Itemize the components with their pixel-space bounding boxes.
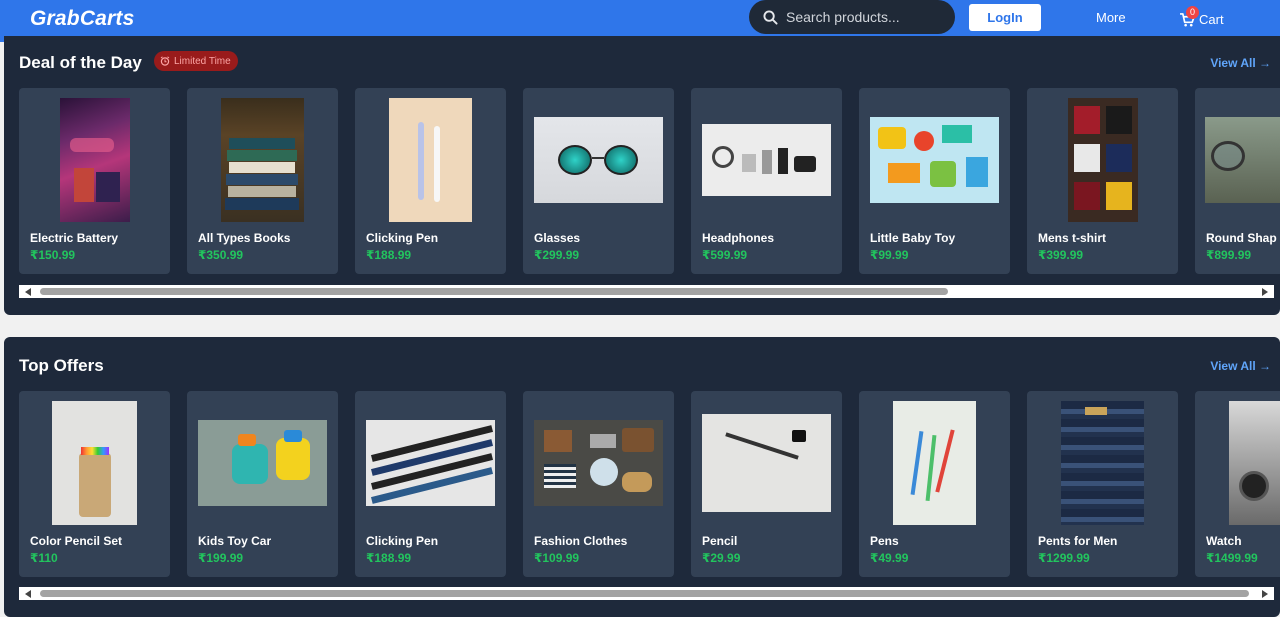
alarm-clock-icon xyxy=(160,56,170,66)
view-all-link[interactable]: View All → xyxy=(1210,359,1271,373)
cart-count-badge: 0 xyxy=(1186,6,1199,19)
cart-label: Cart xyxy=(1199,12,1224,27)
product-card[interactable]: All Types Books ₹350.99 xyxy=(187,88,338,274)
product-card[interactable]: Pens ₹49.99 xyxy=(859,391,1010,577)
product-price: ₹188.99 xyxy=(366,248,412,262)
product-name: Little Baby Toy xyxy=(870,231,956,245)
cart-button[interactable]: 0 Cart xyxy=(1180,6,1224,27)
product-price: ₹49.99 xyxy=(870,551,909,565)
product-image xyxy=(702,414,831,512)
more-menu[interactable]: More xyxy=(1096,10,1126,25)
product-name: All Types Books xyxy=(198,231,291,245)
horizontal-scrollbar[interactable] xyxy=(19,285,1274,298)
limited-time-badge: Limited Time xyxy=(154,51,238,71)
section-title: Deal of the Day xyxy=(19,53,142,72)
scroll-right-arrow-icon[interactable] xyxy=(1262,288,1268,296)
product-price: ₹1499.99 xyxy=(1206,551,1258,565)
product-image xyxy=(52,401,137,525)
product-price: ₹150.99 xyxy=(30,248,76,262)
product-card[interactable]: Watch ₹1499.99 xyxy=(1195,391,1280,577)
product-card[interactable]: Mens t-shirt ₹399.99 xyxy=(1027,88,1178,274)
product-name: Color Pencil Set xyxy=(30,534,123,548)
deal-of-the-day-section: Deal of the Day Limited Time View All → … xyxy=(4,36,1280,315)
product-name: Kids Toy Car xyxy=(198,534,272,548)
login-button[interactable]: LogIn xyxy=(969,4,1041,31)
top-offers-section: Top Offers View All → Color Pencil Set ₹… xyxy=(4,337,1280,617)
product-carousel: Color Pencil Set ₹110 Kids Toy Car ₹199.… xyxy=(19,391,1280,577)
scroll-left-arrow-icon[interactable] xyxy=(25,288,31,296)
product-price: ₹199.99 xyxy=(198,551,244,565)
product-name: Glasses xyxy=(534,231,581,245)
product-price: ₹29.99 xyxy=(702,551,741,565)
product-card[interactable]: Headphones ₹599.99 xyxy=(691,88,842,274)
product-name: Pencil xyxy=(702,534,738,548)
product-card[interactable]: Electric Battery ₹150.99 xyxy=(19,88,170,274)
product-image xyxy=(870,117,999,203)
product-image xyxy=(198,420,327,506)
product-name: Electric Battery xyxy=(30,231,119,245)
horizontal-scrollbar[interactable] xyxy=(19,587,1274,600)
product-name: Pents for Men xyxy=(1038,534,1118,548)
product-image xyxy=(366,420,495,506)
site-logo[interactable]: GrabCarts xyxy=(30,7,135,31)
product-name: Round Shap xyxy=(1206,231,1277,245)
product-image xyxy=(534,117,663,203)
product-name: Headphones xyxy=(702,231,775,245)
product-price: ₹1299.99 xyxy=(1038,551,1090,565)
product-price: ₹99.99 xyxy=(870,248,909,262)
product-price: ₹399.99 xyxy=(1038,248,1084,262)
product-image xyxy=(1067,98,1138,222)
product-image xyxy=(534,420,663,506)
product-card[interactable]: Round Shap ₹899.99 xyxy=(1195,88,1280,274)
product-card[interactable]: Clicking Pen ₹188.99 xyxy=(355,88,506,274)
product-image xyxy=(893,401,976,525)
search-icon xyxy=(763,9,778,25)
product-name: Pens xyxy=(870,534,899,548)
search-input[interactable] xyxy=(786,9,936,25)
product-image xyxy=(1205,117,1280,203)
scrollbar-thumb[interactable] xyxy=(40,590,1249,597)
product-name: Clicking Pen xyxy=(366,231,439,245)
product-image xyxy=(389,98,472,222)
product-card[interactable]: Clicking Pen ₹188.99 xyxy=(355,391,506,577)
product-price: ₹899.99 xyxy=(1206,248,1252,262)
product-name: Watch xyxy=(1206,534,1242,548)
product-price: ₹299.99 xyxy=(534,248,580,262)
view-all-link[interactable]: View All → xyxy=(1210,56,1271,70)
scroll-right-arrow-icon[interactable] xyxy=(1262,590,1268,598)
scroll-left-arrow-icon[interactable] xyxy=(25,590,31,598)
product-price: ₹350.99 xyxy=(198,248,244,262)
section-title: Top Offers xyxy=(19,356,104,375)
badge-label: Limited Time xyxy=(174,55,231,67)
product-card[interactable]: Pencil ₹29.99 xyxy=(691,391,842,577)
product-image xyxy=(702,124,831,196)
product-image xyxy=(1061,401,1144,525)
product-price: ₹110 xyxy=(30,551,58,565)
product-carousel: Electric Battery ₹150.99 All Types Books… xyxy=(19,88,1280,274)
product-image xyxy=(1229,401,1280,525)
product-price: ₹188.99 xyxy=(366,551,412,565)
search-box[interactable] xyxy=(749,0,955,34)
product-name: Clicking Pen xyxy=(366,534,439,548)
product-card[interactable]: Glasses ₹299.99 xyxy=(523,88,674,274)
product-price: ₹109.99 xyxy=(534,551,580,565)
product-card[interactable]: Color Pencil Set ₹110 xyxy=(19,391,170,577)
product-image xyxy=(59,98,130,222)
scrollbar-thumb[interactable] xyxy=(40,288,948,295)
product-card[interactable]: Kids Toy Car ₹199.99 xyxy=(187,391,338,577)
product-card[interactable]: Little Baby Toy ₹99.99 xyxy=(859,88,1010,274)
product-card[interactable]: Fashion Clothes ₹109.99 xyxy=(523,391,674,577)
product-card[interactable]: Pents for Men ₹1299.99 xyxy=(1027,391,1178,577)
product-name: Mens t-shirt xyxy=(1038,231,1107,245)
product-name: Fashion Clothes xyxy=(534,534,628,548)
product-price: ₹599.99 xyxy=(702,248,748,262)
product-image xyxy=(221,98,304,222)
